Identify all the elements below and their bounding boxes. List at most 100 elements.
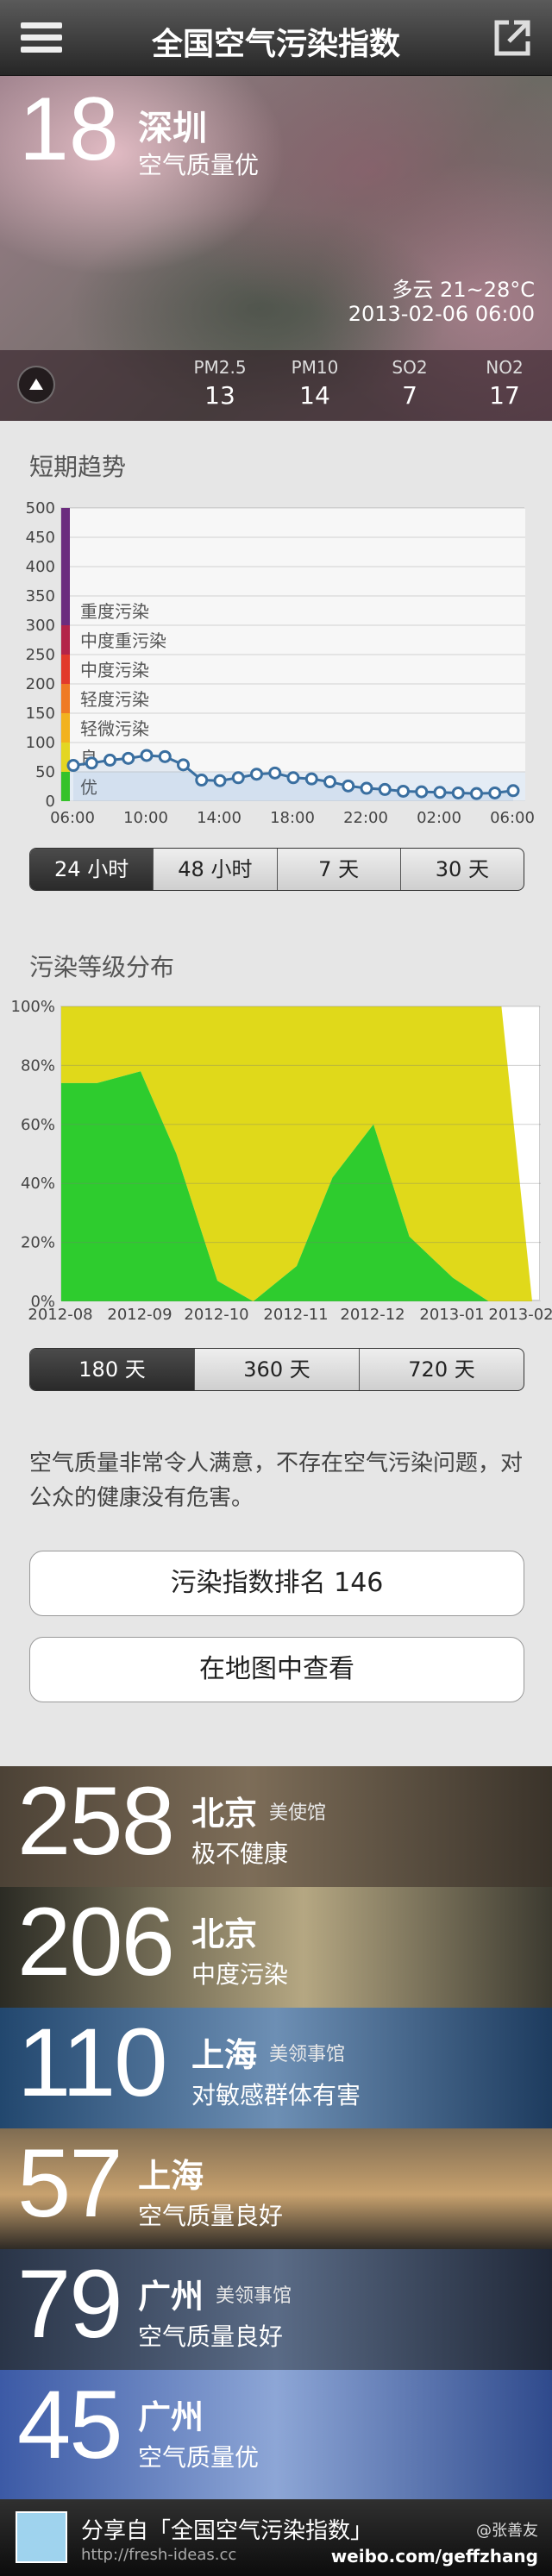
update-time: 2013-02-06 06:00 bbox=[348, 302, 535, 326]
pollutant-bar: PM2.5 13 PM10 14 SO2 7 NO2 17 bbox=[0, 350, 552, 421]
city-card[interactable]: 206 北京 中度污染 bbox=[0, 1887, 552, 2008]
city-name: 北京 bbox=[191, 1915, 258, 1953]
footer-title: 分享自「全国空气污染指数」 bbox=[81, 2518, 373, 2544]
city-aqi: 110 bbox=[17, 2009, 168, 2116]
trend-range-48h[interactable]: 48 小时 bbox=[153, 849, 276, 890]
city-level: 空气质量良好 bbox=[138, 2202, 284, 2230]
y-tick-label: 450 bbox=[26, 529, 55, 547]
pollutant-name: NO2 bbox=[486, 357, 524, 378]
pollutant-so2: SO2 7 bbox=[362, 357, 457, 410]
trend-range-7d[interactable]: 7 天 bbox=[276, 849, 400, 890]
y-tick-label: 250 bbox=[26, 646, 55, 664]
trend-range-selector: 24 小时 48 小时 7 天 30 天 bbox=[29, 848, 524, 891]
y-tick-label: 400 bbox=[26, 558, 55, 576]
distribution-title: 污染等级分布 bbox=[29, 953, 175, 981]
pollutant-value: 13 bbox=[204, 381, 235, 410]
city-card[interactable]: 110 上海 美领事馆 对敏感群体有害 bbox=[0, 2008, 552, 2128]
x-tick-label: 18:00 bbox=[270, 809, 315, 827]
current-city: 深圳 bbox=[138, 109, 207, 148]
share-icon[interactable] bbox=[492, 17, 533, 59]
page-title: 全国空气污染指数 bbox=[151, 27, 400, 62]
city-level: 对敏感群体有害 bbox=[191, 2081, 361, 2109]
city-aqi: 258 bbox=[17, 1767, 175, 1875]
pollutant-name: PM2.5 bbox=[193, 357, 247, 378]
distribution-range-360d[interactable]: 360 天 bbox=[194, 1349, 359, 1390]
x-tick-label: 2012-08 bbox=[28, 1306, 92, 1324]
x-tick-label: 14:00 bbox=[197, 809, 242, 827]
distribution-axes: 0%20%40%60%80%100%2012-08 2012-09 2012-10 2… bbox=[11, 999, 552, 1324]
pollutant-name: SO2 bbox=[392, 357, 428, 378]
health-description: 空气质量非常令人满意，不存在空气污染问题，对公众的健康没有危害。 bbox=[29, 1451, 524, 1511]
x-tick-label: 10:00 bbox=[123, 809, 168, 827]
y-tick-label: 150 bbox=[26, 705, 55, 723]
trend-axes: 0 50 100 150 200 250 300 350 400 450 500 06:00 10:00… bbox=[26, 500, 535, 827]
city-card[interactable]: 57 上海 空气质量良好 bbox=[0, 2128, 552, 2249]
distribution-range-720d[interactable]: 720 天 bbox=[359, 1349, 524, 1390]
y-tick-label: 350 bbox=[26, 587, 55, 605]
pollutant-pm25: PM2.5 13 bbox=[172, 357, 267, 410]
pollutant-value: 7 bbox=[402, 381, 417, 410]
y-tick-label: 200 bbox=[26, 675, 55, 693]
pollutant-pm10: PM10 14 bbox=[267, 357, 362, 410]
x-tick-label: 2012-11 bbox=[263, 1306, 328, 1324]
y-tick-label: 50 bbox=[35, 763, 55, 781]
city-name: 上海 bbox=[191, 2036, 258, 2074]
pollutant-value: 17 bbox=[489, 381, 520, 410]
distribution-range-selector: 180 天 360 天 720 天 bbox=[29, 1348, 524, 1391]
city-station: 美领事馆 bbox=[216, 2285, 292, 2307]
x-tick-label: 2012-12 bbox=[340, 1306, 405, 1324]
city-card[interactable]: 79 广州 美领事馆 空气质量良好 bbox=[0, 2249, 552, 2370]
trend-range-30d[interactable]: 30 天 bbox=[399, 849, 524, 890]
city-name: 广州 bbox=[138, 2278, 204, 2316]
y-tick-label: 80% bbox=[21, 1056, 55, 1075]
share-footer: 分享自「全国空气污染指数」 http://fresh-ideas.cc @张善友… bbox=[0, 2499, 552, 2576]
footer-url[interactable]: http://fresh-ideas.cc bbox=[81, 2546, 236, 2564]
y-tick-label: 20% bbox=[21, 1234, 55, 1252]
pollutant-name: PM10 bbox=[291, 357, 339, 378]
x-tick-label: 02:00 bbox=[417, 809, 461, 827]
pollutant-no2: NO2 17 bbox=[457, 357, 552, 410]
city-aqi: 45 bbox=[17, 2371, 123, 2479]
pollutant-value: 14 bbox=[299, 381, 330, 410]
x-tick-label: 2012-10 bbox=[184, 1306, 248, 1324]
city-station: 美领事馆 bbox=[269, 2044, 346, 2065]
weibo-watermark: weibo.com/geffzhang bbox=[330, 2546, 538, 2567]
city-name: 广州 bbox=[138, 2398, 204, 2436]
current-city-panel: 18 深圳 空气质量优 多云 21~28°C 2013-02-06 06:00 … bbox=[0, 76, 552, 421]
ranking-button[interactable]: 污染指数排名 146 bbox=[29, 1551, 524, 1616]
x-tick-label: 2013-02 bbox=[488, 1306, 552, 1324]
city-aqi: 57 bbox=[17, 2129, 123, 2237]
view-on-map-button[interactable]: 在地图中查看 bbox=[29, 1637, 524, 1702]
distribution-range-180d[interactable]: 180 天 bbox=[30, 1349, 194, 1390]
city-aqi: 79 bbox=[17, 2250, 123, 2358]
x-tick-label: 22:00 bbox=[343, 809, 388, 827]
weather-text: 多云 21~28°C bbox=[392, 278, 535, 302]
city-level: 中度污染 bbox=[191, 1960, 289, 1989]
x-tick-label: 06:00 bbox=[50, 809, 95, 827]
city-level: 极不健康 bbox=[191, 1840, 289, 1868]
city-card[interactable]: 258 北京 美使馆 极不健康 bbox=[0, 1766, 552, 1887]
current-quality: 空气质量优 bbox=[138, 151, 260, 179]
y-tick-label: 100% bbox=[11, 999, 55, 1016]
app-screen: 全国空气污染指数 18 深圳 空气质量优 多云 21~28°C 2013-02-… bbox=[0, 0, 552, 2576]
y-tick-label: 40% bbox=[21, 1175, 55, 1193]
y-tick-label: 300 bbox=[26, 617, 55, 635]
city-name: 北京 bbox=[191, 1795, 258, 1833]
footer-user: @张善友 bbox=[476, 2522, 538, 2540]
city-level: 空气质量良好 bbox=[138, 2322, 284, 2351]
city-level: 空气质量优 bbox=[138, 2443, 260, 2472]
x-tick-label: 2012-09 bbox=[107, 1306, 172, 1324]
y-tick-label: 60% bbox=[21, 1116, 55, 1134]
y-tick-label: 500 bbox=[26, 500, 55, 517]
triangle-up-icon[interactable] bbox=[17, 366, 55, 404]
x-tick-label: 06:00 bbox=[490, 809, 535, 827]
trend-range-24h[interactable]: 24 小时 bbox=[30, 849, 154, 890]
city-station: 美使馆 bbox=[269, 1802, 327, 1824]
trend-title: 短期趋势 bbox=[29, 453, 127, 481]
navbar: 全国空气污染指数 bbox=[0, 0, 552, 76]
city-card[interactable]: 45 广州 空气质量优 bbox=[0, 2370, 552, 2499]
app-avatar bbox=[16, 2511, 67, 2563]
y-tick-label: 0 bbox=[46, 793, 55, 811]
y-tick-label: 100 bbox=[26, 734, 55, 752]
current-aqi: 18 bbox=[19, 79, 119, 179]
